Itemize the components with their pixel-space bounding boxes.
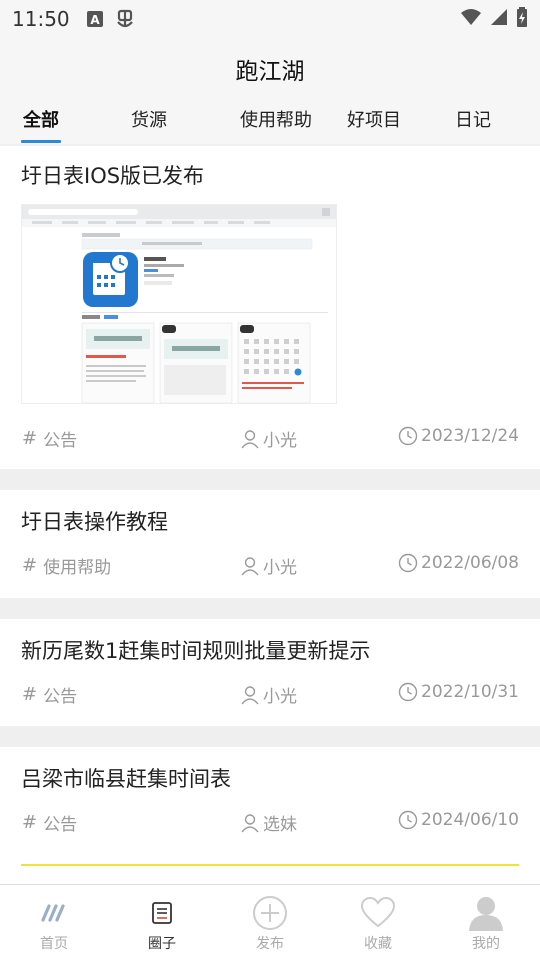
post-image[interactable] <box>21 204 337 404</box>
post-meta: # 公告 小光 2022/10/31 <box>0 682 540 707</box>
wifi-icon <box>460 8 482 30</box>
author-name: 选妹 <box>263 815 297 835</box>
hash-icon: # <box>22 428 38 449</box>
nav-publish-label: 发布 <box>256 936 284 952</box>
category-label: 使用帮助 <box>43 558 112 578</box>
tab-supply[interactable]: 货源 <box>131 106 167 132</box>
category-label: 公告 <box>43 815 78 835</box>
person-icon <box>241 685 259 704</box>
nav-circle-label: 圈子 <box>148 936 176 952</box>
post-category[interactable]: # 公告 <box>22 682 77 707</box>
nav-circle[interactable]: 圈子 <box>108 885 216 960</box>
person-icon <box>241 813 259 832</box>
plus-circle-icon <box>252 895 288 931</box>
person-icon <box>241 429 259 448</box>
clock-icon <box>398 426 418 446</box>
highlight-divider <box>21 864 519 866</box>
post-card[interactable]: 新历尾数1赶集时间规则批量更新提示 # 公告 小光 2022/10/31 <box>0 619 540 726</box>
date-text: 2024/06/10 <box>421 810 519 830</box>
tab-all[interactable]: 全部 <box>23 106 59 132</box>
author-name: 小光 <box>263 558 297 578</box>
post-card[interactable]: 圩日表操作教程 # 使用帮助 小光 2022/06/08 <box>0 490 540 598</box>
post-author[interactable]: 小光 <box>240 682 297 707</box>
tab-good-projects[interactable]: 好项目 <box>347 106 401 132</box>
post-meta: # 公告 小光 2023/12/24 <box>0 426 540 451</box>
post-category[interactable]: # 使用帮助 <box>22 553 111 578</box>
nav-favorites[interactable]: 收藏 <box>324 885 432 960</box>
post-title[interactable]: 圩日表IOS版已发布 <box>21 160 204 190</box>
nav-mine[interactable]: 我的 <box>432 885 540 960</box>
nav-favorites-label: 收藏 <box>364 936 392 952</box>
person-icon <box>241 556 259 575</box>
category-label: 公告 <box>43 687 78 707</box>
user-avatar-icon <box>468 895 504 931</box>
keyboard-a-icon: A <box>86 10 104 28</box>
svg-text:A: A <box>90 13 100 27</box>
page-title: 跑江湖 <box>235 59 305 85</box>
post-title[interactable]: 圩日表操作教程 <box>21 506 168 536</box>
battery-icon <box>516 7 528 31</box>
author-name: 小光 <box>263 431 297 451</box>
post-card[interactable]: 圩日表IOS版已发布 # 公告 小光 2023/12/24 <box>0 146 540 469</box>
post-meta: # 使用帮助 小光 2022/06/08 <box>0 553 540 578</box>
tab-diary[interactable]: 日记 <box>455 106 491 132</box>
post-meta: # 公告 选妹 2024/06/10 <box>0 810 540 835</box>
home-stripes-icon <box>36 895 72 931</box>
clock-icon <box>398 810 418 830</box>
post-category[interactable]: # 公告 <box>22 810 77 835</box>
status-bar: 11:50 A <box>0 0 540 38</box>
post-date: 2023/12/24 <box>398 426 519 446</box>
nav-home[interactable]: 首页 <box>0 885 108 960</box>
clock-icon <box>398 682 418 702</box>
active-tab-indicator <box>21 140 61 143</box>
nav-publish[interactable]: 发布 <box>216 885 324 960</box>
signal-icon <box>490 8 508 30</box>
date-text: 2023/12/24 <box>421 426 519 446</box>
nav-home-label: 首页 <box>40 936 68 952</box>
clock-icon <box>398 553 418 573</box>
date-text: 2022/10/31 <box>421 682 519 702</box>
hash-icon: # <box>22 684 38 705</box>
post-author[interactable]: 选妹 <box>240 810 297 835</box>
tab-help[interactable]: 使用帮助 <box>240 106 312 132</box>
bottom-nav: 首页 圈子 发布 收藏 我的 <box>0 884 540 960</box>
hash-icon: # <box>22 812 38 833</box>
hash-icon: # <box>22 555 38 576</box>
category-label: 公告 <box>43 431 78 451</box>
nav-mine-label: 我的 <box>472 936 500 952</box>
post-date: 2022/06/08 <box>398 553 519 573</box>
status-time: 11:50 <box>12 7 70 31</box>
heart-icon <box>360 895 396 931</box>
post-title[interactable]: 新历尾数1赶集时间规则批量更新提示 <box>21 635 370 665</box>
post-date: 2022/10/31 <box>398 682 519 702</box>
document-icon <box>144 895 180 931</box>
header: 跑江湖 全部 货源 使用帮助 好项目 日记 <box>0 38 540 144</box>
author-name: 小光 <box>263 687 297 707</box>
post-category[interactable]: # 公告 <box>22 426 77 451</box>
bug-icon <box>114 8 136 30</box>
tab-bar: 全部 货源 使用帮助 好项目 日记 <box>0 104 540 144</box>
post-author[interactable]: 小光 <box>240 426 297 451</box>
post-title[interactable]: 吕梁市临县赶集时间表 <box>21 763 231 793</box>
date-text: 2022/06/08 <box>421 553 519 573</box>
post-date: 2024/06/10 <box>398 810 519 830</box>
post-author[interactable]: 小光 <box>240 553 297 578</box>
